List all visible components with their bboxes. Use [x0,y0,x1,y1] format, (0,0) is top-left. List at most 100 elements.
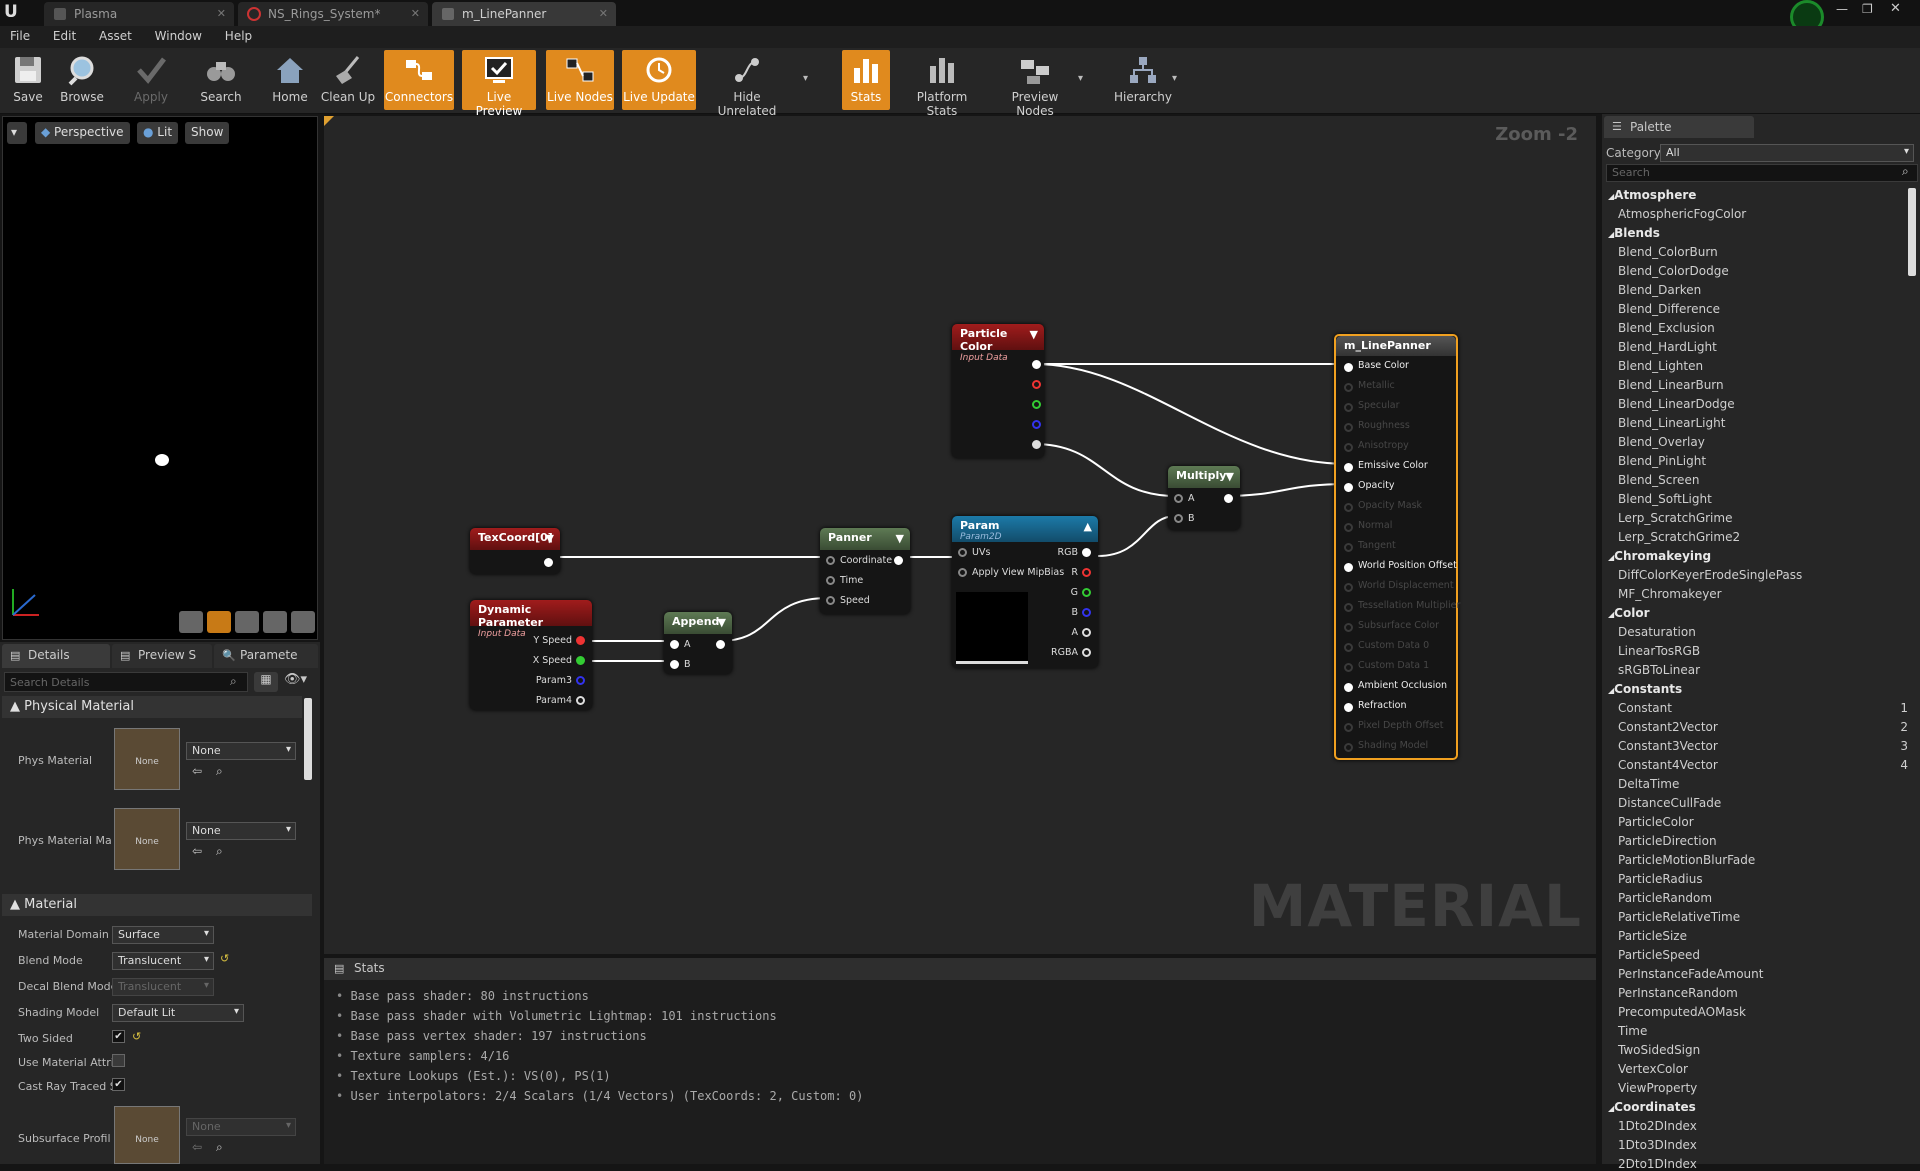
minimize-icon[interactable]: — [1836,2,1848,16]
subsurface-profile-thumbnail[interactable]: None [114,1106,180,1164]
texcoord-node[interactable]: TexCoord[0] ▼ [470,528,560,574]
palette-item[interactable]: Blend_ColorDodge [1618,264,1729,278]
close-icon[interactable]: ✕ [411,7,420,20]
tab-details[interactable]: ▤ Details [2,644,110,668]
output-pin-x-speed[interactable] [576,656,585,665]
output-pin-rgb[interactable] [1082,548,1091,557]
palette-item[interactable]: MF_Chromakeyer [1618,587,1722,601]
palette-search-input[interactable]: Search [1606,164,1918,182]
palette-item[interactable]: ParticleColor [1618,815,1694,829]
palette-item[interactable]: sRGBToLinear [1618,663,1700,677]
preview-nodes-button[interactable]: Preview Nodes [992,50,1078,118]
palette-item[interactable]: 1Dto3DIndex [1618,1138,1697,1152]
palette-item[interactable]: DeltaTime [1618,777,1679,791]
unreal-logo-icon[interactable]: U [4,2,18,22]
save-button[interactable]: Save [8,50,48,110]
hide-unrelated-button[interactable]: Hide Unrelated [704,50,790,118]
palette-item[interactable]: Blend_HardLight [1618,340,1717,354]
palette-item[interactable]: PrecomputedAOMask [1618,1005,1746,1019]
output-pin-r[interactable] [1082,568,1091,577]
output-pin-g[interactable] [1082,588,1091,597]
use-material-attributes-checkbox[interactable] [112,1054,125,1067]
stats-tab[interactable]: ▤ Stats [324,958,1596,980]
input-pin-b[interactable] [670,660,679,669]
output-pin-g[interactable] [1032,400,1041,409]
preview-plane-icon[interactable] [235,611,259,633]
tab-parameters[interactable]: 🔍 Paramete [214,644,318,668]
output-pin-uv[interactable] [544,558,553,567]
hide-unrelated-dropdown-icon[interactable]: ▾ [803,73,808,84]
input-pin[interactable] [1344,723,1353,732]
decal-blend-mode-combo[interactable]: Translucent [112,978,214,996]
palette-item[interactable]: Blend_LinearDodge [1618,397,1735,411]
input-pin-mipbias[interactable] [958,568,967,577]
palette-item[interactable]: Blend_Screen [1618,473,1699,487]
preview-cylinder-icon[interactable] [179,611,203,633]
preview-mesh-icon[interactable] [291,611,315,633]
output-pin[interactable] [716,640,725,649]
input-pin[interactable] [1344,643,1353,652]
clean-up-button[interactable]: Clean Up [320,50,376,110]
palette-item[interactable]: Blend_PinLight [1618,454,1706,468]
menu-help[interactable]: Help [215,26,261,43]
palette-item[interactable]: Blend_Overlay [1618,435,1705,449]
collapse-arrow-icon[interactable]: ▼ [546,532,554,545]
output-pin[interactable] [894,556,903,565]
palette-item[interactable]: Lerp_ScratchGrime [1618,511,1732,525]
details-scrollbar[interactable] [304,698,312,780]
output-pin[interactable] [1224,494,1233,503]
output-pin-r[interactable] [1032,380,1041,389]
input-pin-a[interactable] [1174,494,1183,503]
apply-button[interactable]: Apply [130,50,172,110]
palette-item[interactable]: ParticleSpeed [1618,948,1700,962]
input-pin[interactable] [1344,743,1353,752]
collapse-arrow-icon[interactable]: ▼ [896,532,904,545]
preview-cube-icon[interactable] [263,611,287,633]
param2d-node[interactable]: Param ▲ Param2D UVs Apply View MipBias RGB… [952,516,1098,668]
palette-category[interactable]: ◢Coordinates [1608,1100,1696,1114]
palette-item[interactable]: 2Dto1DIndex [1618,1157,1697,1171]
palette-item[interactable]: Blend_Darken [1618,283,1701,297]
preview-viewport[interactable]: ▾ ◆ Perspective ● Lit Show [2,116,318,640]
collapse-arrow-icon[interactable]: ▼ [718,616,726,629]
input-pin[interactable] [1344,563,1353,572]
preview-sphere-icon[interactable] [207,611,231,633]
two-sided-checkbox[interactable]: ✔ [112,1030,125,1043]
live-update-button[interactable]: Live Update [622,50,696,110]
show-button[interactable]: Show [185,122,230,144]
palette-item[interactable]: TwoSidedSign [1618,1043,1700,1057]
platform-stats-button[interactable]: Platform Stats [900,50,984,118]
panner-node[interactable]: Panner ▼ Coordinate Time Speed [820,528,910,614]
use-selected-arrow-icon[interactable]: ⇦ [192,844,202,858]
palette-item[interactable]: ParticleRandom [1618,891,1712,905]
input-pin[interactable] [1344,683,1353,692]
palette-item[interactable]: Blend_Exclusion [1618,321,1715,335]
reset-to-default-icon[interactable]: ↺ [220,952,229,965]
palette-item[interactable]: Blend_Lighten [1618,359,1703,373]
palette-item[interactable]: ParticleSize [1618,929,1687,943]
category-combo[interactable]: All [1660,144,1914,162]
palette-item[interactable]: Desaturation [1618,625,1696,639]
palette-item[interactable]: VertexColor [1618,1062,1688,1076]
shading-model-combo[interactable]: Default Lit [112,1004,244,1022]
dynamic-parameter-node[interactable]: Dynamic Parameter Input Data Y Speed X Sp… [470,600,592,710]
input-pin[interactable] [1344,523,1353,532]
material-domain-combo[interactable]: Surface [112,926,214,944]
input-pin[interactable] [1344,623,1353,632]
palette-item[interactable]: Constant2Vector [1618,720,1718,734]
palette-item[interactable]: 1Dto2DIndex [1618,1119,1697,1133]
input-pin[interactable] [1344,463,1353,472]
details-search-input[interactable]: Search Details [4,672,248,692]
tab-palette[interactable]: ☰ Palette [1604,116,1754,138]
hierarchy-dropdown-icon[interactable]: ▾ [1172,73,1177,84]
phys-material-mask-combo[interactable]: None [186,822,296,840]
palette-item[interactable]: ParticleRadius [1618,872,1703,886]
input-pin[interactable] [1344,403,1353,412]
input-pin-b[interactable] [1174,514,1183,523]
multiply-node[interactable]: Multiply ▼ A B [1168,466,1240,530]
palette-item[interactable]: ParticleMotionBlurFade [1618,853,1755,867]
palette-item[interactable]: Time [1618,1024,1647,1038]
palette-item[interactable]: Blend_SoftLight [1618,492,1712,506]
input-pin[interactable] [1344,383,1353,392]
hierarchy-button[interactable]: Hierarchy [1112,50,1174,110]
